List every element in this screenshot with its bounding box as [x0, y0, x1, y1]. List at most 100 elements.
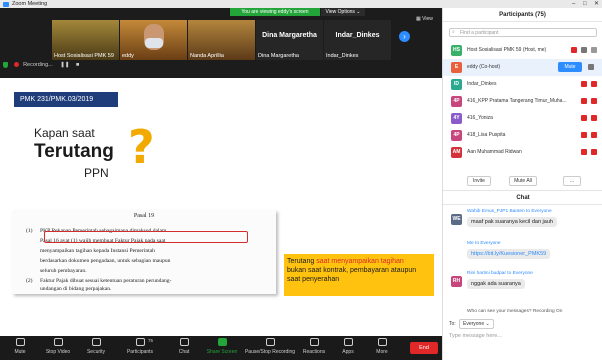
pasal-number: (2) [26, 278, 33, 284]
view-button[interactable]: ▦ View [416, 16, 433, 22]
recording-label: Recording... [23, 62, 53, 68]
chat-text: maaf pak suaranya kecil dan jauh [467, 217, 557, 227]
chat-sender: Me to Everyone [467, 241, 501, 246]
participant-row[interactable]: 4P 416_KPP Pratama Tangerang Timur_Muha.… [443, 93, 602, 110]
video-tile[interactable]: Nanda Aprillia [188, 20, 255, 60]
avatar: E [451, 62, 462, 73]
pause-stop-recording-button[interactable]: Pause/Stop Recording [244, 338, 296, 359]
recipient-dropdown[interactable]: Everyone ⌄ [459, 319, 494, 329]
video-strip: Host Sosialisasi PMK 59 eddy Nanda April… [52, 20, 392, 60]
chat-button[interactable]: Chat [164, 338, 204, 359]
callout-text-a: Terutang [287, 258, 317, 265]
mute-button[interactable]: Mute [0, 338, 40, 359]
participant-list: HS Host Sosialisasi PMK 59 (Host, me) E … [443, 42, 602, 161]
mute-all-button[interactable]: Mute All [509, 176, 537, 186]
participant-row[interactable]: E eddy (Co-host) Mute [443, 59, 602, 76]
more-button[interactable]: More [362, 338, 402, 359]
minimize-button[interactable]: – [572, 0, 575, 8]
participant-name: eddy (Co-host) [467, 64, 501, 70]
video-off-icon [591, 132, 597, 138]
record-dot-icon [13, 62, 19, 68]
video-icon [581, 47, 587, 53]
view-options-button[interactable]: View Options ⌄ [321, 8, 365, 16]
share-screen-icon [217, 338, 227, 346]
mic-muted-icon [581, 115, 587, 121]
slide-header: PMK 231/PMK.03/2019 [14, 92, 118, 107]
video-name: Indar_Dinkes [326, 53, 359, 59]
next-page-button[interactable]: › [399, 31, 410, 42]
callout-box: Terutang saat menyampaikan tagihan bukan… [284, 254, 434, 296]
participant-row[interactable]: ID Indar_Dinkes [443, 76, 602, 93]
zoom-logo-icon [3, 1, 9, 7]
shield-icon [91, 338, 101, 346]
chat-bubble-icon [179, 338, 189, 346]
participant-row[interactable]: HS Host Sosialisasi PMK 59 (Host, me) [443, 42, 602, 59]
pasal-line: menyampaikan tagihan kepada Instansi Pem… [40, 248, 155, 254]
callout-text-c: bukan saat kontrak, pembayaran ataupun s… [287, 267, 417, 283]
shield-icon[interactable] [3, 61, 8, 68]
avatar: RH [451, 276, 462, 287]
chat-input[interactable]: Type message here... [449, 333, 502, 339]
video-name: Host Sosialisasi PMK 59 [54, 53, 114, 59]
slide-kapan: Kapan saat [34, 126, 95, 140]
participant-row[interactable]: AM Aan Muhammad Ridwan [443, 144, 602, 161]
meeting-toolbar: Mute Stop Video Security Participants 75 … [0, 336, 442, 360]
avatar: WE [451, 214, 462, 225]
maximize-button[interactable]: □ [583, 0, 587, 8]
question-mark-icon: ? [128, 120, 155, 174]
video-off-icon [591, 98, 597, 104]
participant-row[interactable]: 4P 418_Lisa Puspita [443, 127, 602, 144]
end-button[interactable]: End [410, 342, 438, 354]
participant-name: Indar_Dinkes [467, 81, 497, 87]
chat-text: nggak ada suaranya [467, 279, 525, 289]
participant-actions: Invite Mute All ... [443, 174, 602, 188]
pasal-line: berdasarkan dokumen pengadaan, untuk seb… [40, 258, 171, 264]
share-screen-button[interactable]: Share Screen [202, 338, 242, 359]
stop-recording-icon[interactable]: ■ [76, 62, 79, 68]
pasal-title: Pasal 19 [133, 213, 155, 219]
record-icon [265, 338, 275, 346]
invite-button[interactable]: Invite [467, 176, 491, 186]
microphone-icon [15, 338, 25, 346]
chat-link[interactable]: https://bit.ly/Kuesioner_PMK59 [467, 249, 551, 259]
avatar: AM [451, 147, 462, 158]
chat-sender: Rini hartini budpar to Everyone [467, 271, 533, 276]
participant-search-input[interactable]: Find a participant [449, 28, 597, 37]
participant-row[interactable]: 4Y 416_Yoniza [443, 110, 602, 127]
avatar: ID [451, 79, 462, 90]
video-tile[interactable]: Host Sosialisasi PMK 59 [52, 20, 119, 60]
video-big-name: Dina Margaretha [262, 32, 317, 39]
video-tile[interactable]: eddy [120, 20, 187, 60]
participant-name: 418_Lisa Puspita [467, 132, 506, 138]
video-off-icon [591, 149, 597, 155]
right-panel: Participants (75) Find a participant ⌕ H… [442, 8, 602, 360]
participant-name: Host Sosialisasi PMK 59 (Host, me) [467, 47, 547, 53]
pause-recording-icon[interactable]: ❚❚ [60, 62, 69, 68]
face-mask [145, 38, 163, 48]
video-tile[interactable]: Dina Margaretha Dina Margaretha [256, 20, 323, 60]
avatar: HS [451, 45, 462, 56]
recording-indicator: Recording... ❚❚ ■ [3, 60, 79, 70]
highlight-box [44, 231, 248, 243]
stop-video-button[interactable]: Stop Video [38, 338, 78, 359]
participant-name: 416_Yoniza [467, 115, 493, 121]
more-options-button[interactable]: ... [563, 176, 581, 186]
title-bar: Zoom Meeting – □ ✕ [0, 0, 602, 8]
pasal-line: seluruh pembayaran. [40, 268, 87, 274]
privacy-note[interactable]: Who can see your messages? Recording On [467, 309, 562, 314]
participants-button[interactable]: Participants 75 [120, 338, 160, 359]
meeting-stage: You are viewing eddy's screen View Optio… [0, 8, 442, 336]
apps-icon [343, 338, 353, 346]
viewing-banner: You are viewing eddy's screen [230, 8, 320, 16]
search-icon: ⌕ [452, 29, 455, 35]
video-tile[interactable]: Indar_Dinkes Indar_Dinkes [324, 20, 391, 60]
mic-muted-icon [581, 149, 587, 155]
callout-text-b: saat menyampaikan tagihan [316, 258, 404, 265]
people-icon [135, 338, 145, 346]
pasal-number: (1) [26, 228, 33, 234]
close-button[interactable]: ✕ [594, 0, 599, 8]
security-button[interactable]: Security [76, 338, 116, 359]
participants-count: 75 [148, 338, 154, 343]
video-off-icon [591, 115, 597, 121]
mute-participant-button[interactable]: Mute [558, 62, 582, 72]
